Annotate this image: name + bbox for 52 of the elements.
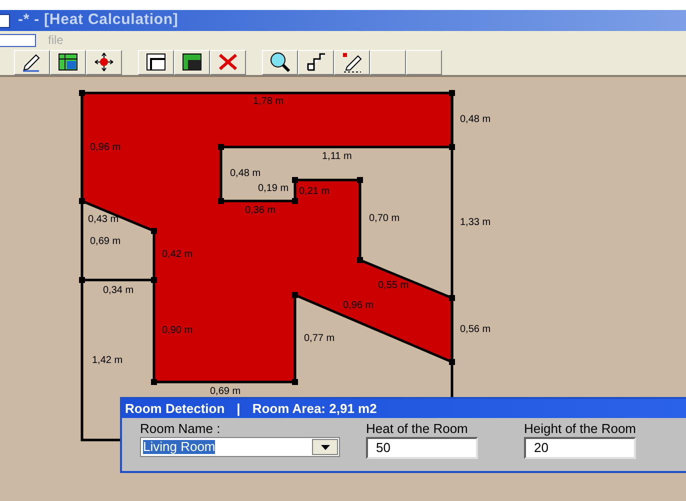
caret-icon [320,444,330,450]
toolbar-button[interactable] [86,50,122,74]
dimension-label: 1,33 m [460,217,491,229]
toolbar-button[interactable] [138,50,174,74]
dimension-label: 0,96 m [90,142,121,154]
height-label: Height of the Room [524,421,638,437]
dimension-label: 0,69 m [210,386,241,398]
steps-icon [305,51,327,73]
title-separator: | [236,400,240,418]
dimension-label: 0,34 m [103,285,134,297]
dialog-title: Room Detection [125,400,225,418]
window-title: -* - [Heat Calculation] [18,10,178,30]
delete-icon [217,51,239,73]
dimension-label: 0,96 m [343,300,374,312]
dimension-label: 0,21 m [299,186,330,198]
dimension-label: 0,90 m [162,325,193,337]
dimension-label: 0,77 m [304,333,335,345]
dimension-label: 1,42 m [92,355,123,367]
room-name-value: Living Room [143,440,216,454]
dimension-label: 0,48 m [460,114,491,126]
dropdown-button[interactable] [312,439,338,455]
toolbar-button[interactable] [334,50,370,74]
move-arrows-icon [93,51,115,73]
app-icon [0,14,10,28]
dimension-label: 0,56 m [460,324,491,336]
dimension-label: 0,55 m [378,280,409,292]
dimension-label: 0,19 m [258,183,289,195]
room-filled-icon [181,51,203,73]
toolbar-button[interactable] [298,50,334,74]
room-name-label: Room Name : [140,421,222,437]
room-outline-icon [145,51,167,73]
pencil-icon [341,51,363,73]
grid-icon [57,51,79,73]
dimension-label: 0,48 m [230,168,261,180]
dimension-label: 0,70 m [369,213,400,225]
dimension-label: 0,36 m [245,205,276,217]
dimension-label: 1,11 m [322,151,352,163]
heat-label: Heat of the Room [366,421,469,437]
search-icon [269,51,291,73]
height-field[interactable]: 20 [524,437,636,459]
room-area: Room Area: 2,91 m2 [252,398,377,418]
toolbar-button[interactable] [174,50,210,74]
toolbar-button[interactable] [262,50,298,74]
toolbar-button[interactable] [50,50,86,74]
dimension-label: 0,69 m [90,236,121,248]
menu-icon[interactable] [0,34,36,46]
room-name-dropdown[interactable]: Living Room [140,437,340,457]
dimension-label: 0,42 m [162,249,193,261]
dimension-label: 1,78 m [253,96,284,108]
dimension-label: 0,43 m [88,214,119,226]
toolbar-button[interactable] [14,50,50,74]
heat-field[interactable]: 50 [366,437,478,459]
